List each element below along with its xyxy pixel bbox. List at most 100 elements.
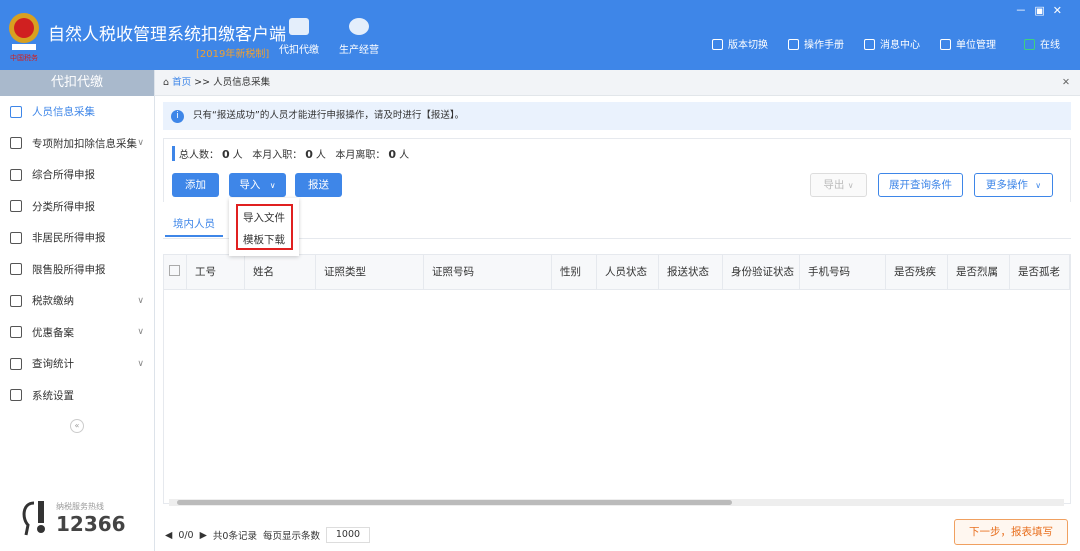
stats: 总人数： 0 人 本月入职： 0 人 本月离职： 0 人 bbox=[172, 146, 409, 161]
divider bbox=[163, 238, 1071, 239]
sidebar-item[interactable]: 分类所得申报 bbox=[0, 191, 154, 223]
export-button[interactable]: 导出 ∨ bbox=[810, 173, 867, 197]
info-icon: i bbox=[171, 110, 184, 123]
top-links: 版本切换 操作手册 消息中心 单位管理 在线 bbox=[712, 36, 1060, 51]
column-header[interactable]: 人员状态 bbox=[597, 255, 659, 289]
pager: ◀ 0/0 ▶ 共0条记录 每页显示条数 1000 bbox=[165, 527, 370, 543]
sidebar-item-label: 人员信息采集 bbox=[32, 106, 95, 119]
column-header[interactable]: 工号 bbox=[187, 255, 245, 289]
column-header[interactable]: 证照类型 bbox=[316, 255, 424, 289]
link-messages[interactable]: 消息中心 bbox=[864, 36, 920, 51]
more-actions-button[interactable]: 更多操作 ∨ bbox=[974, 173, 1053, 197]
restore-button[interactable]: ▣ bbox=[1034, 4, 1052, 17]
home-icon: ⌂ bbox=[163, 77, 170, 88]
notice-text: 只有“报送成功”的人员才能进行申报操作，请及时进行【报送】。 bbox=[193, 110, 465, 121]
import-label: 导入 bbox=[239, 179, 261, 191]
sidebar-item-label: 专项附加扣除信息采集 bbox=[32, 137, 137, 150]
building-icon bbox=[940, 39, 951, 50]
breadcrumb: ⌂ 首页 >> 人员信息采集 ✕ bbox=[155, 70, 1080, 96]
sidebar-item[interactable]: 人员信息采集 bbox=[0, 96, 154, 128]
headset-icon bbox=[22, 501, 45, 536]
sidebar-item[interactable]: 优惠备案 ∨ bbox=[0, 317, 154, 349]
sidebar-item[interactable]: 限售股所得申报 bbox=[0, 254, 154, 286]
next-step-button[interactable]: 下一步，报表填写 bbox=[954, 519, 1068, 545]
total-value: 0 bbox=[222, 148, 230, 161]
collapse-sidebar-button[interactable]: « bbox=[70, 419, 84, 433]
select-all-checkbox[interactable] bbox=[164, 255, 187, 289]
menu-icon bbox=[10, 168, 22, 181]
column-header[interactable]: 证照号码 bbox=[424, 255, 552, 289]
wallet-icon bbox=[289, 18, 309, 35]
next-page-icon[interactable]: ▶ bbox=[200, 530, 207, 541]
sidebar-item[interactable]: 综合所得申报 bbox=[0, 159, 154, 191]
sidebar-item[interactable]: 专项附加扣除信息采集 ∨ bbox=[0, 128, 154, 160]
menu-item-template-download[interactable]: 模板下载 bbox=[243, 232, 285, 247]
sidebar-item-label: 税款缴纳 bbox=[32, 295, 74, 308]
sidebar-item-label: 系统设置 bbox=[32, 389, 74, 402]
breadcrumb-current: 人员信息采集 bbox=[213, 77, 271, 88]
per-page-input[interactable]: 1000 bbox=[325, 527, 370, 543]
sidebar-item[interactable]: 非居民所得申报 bbox=[0, 222, 154, 254]
horizontal-scrollbar[interactable] bbox=[169, 499, 1064, 506]
manual-icon bbox=[788, 39, 799, 50]
message-icon bbox=[864, 39, 875, 50]
module-label: 代扣代缴 bbox=[279, 45, 319, 56]
close-button[interactable]: ✕ bbox=[1053, 4, 1070, 17]
sidebar-item-label: 优惠备案 bbox=[32, 326, 74, 339]
menu-icon bbox=[10, 231, 22, 244]
app-title: 自然人税收管理系统扣缴客户端 bbox=[48, 25, 286, 45]
minimize-button[interactable]: － bbox=[1015, 4, 1034, 17]
menu-icon bbox=[10, 294, 22, 307]
notice-banner: i 只有“报送成功”的人员才能进行申报操作，请及时进行【报送】。 bbox=[163, 102, 1071, 130]
tax-emblem-logo: 中国税务 bbox=[9, 13, 39, 62]
menu-icon bbox=[10, 105, 22, 118]
chevron-down-icon: ∨ bbox=[137, 295, 144, 306]
breadcrumb-home[interactable]: 首页 bbox=[172, 77, 191, 88]
unit: 人 bbox=[315, 150, 326, 161]
close-tab-icon[interactable]: ✕ bbox=[1062, 70, 1070, 96]
column-header[interactable]: 是否孤老 bbox=[1010, 255, 1070, 289]
online-monitor-icon bbox=[1024, 39, 1035, 50]
tab-domestic-personnel[interactable]: 境内人员 bbox=[165, 211, 223, 237]
sidebar-item[interactable]: 查询统计 ∨ bbox=[0, 348, 154, 380]
sidebar-item-label: 综合所得申报 bbox=[32, 169, 95, 182]
menu-icon bbox=[10, 200, 22, 213]
sidebar-item-label: 查询统计 bbox=[32, 358, 74, 371]
column-header[interactable]: 是否残疾 bbox=[886, 255, 948, 289]
table-header: 工号 姓名 证照类型 证照号码 性别 人员状态 报送状态 身份验证状态 手机号码 是否残疾 是否烈属… bbox=[164, 255, 1070, 290]
link-online[interactable]: 在线 bbox=[1024, 36, 1060, 51]
module-withholding[interactable]: 代扣代缴 bbox=[274, 18, 324, 56]
import-button[interactable]: 导入 ∨ bbox=[229, 173, 286, 197]
chevron-down-icon: ∨ bbox=[137, 327, 144, 338]
add-button[interactable]: 添加 bbox=[172, 173, 219, 197]
expand-query-button[interactable]: 展开查询条件 bbox=[878, 173, 963, 197]
submit-button[interactable]: 报送 bbox=[295, 173, 342, 197]
prev-page-icon[interactable]: ◀ bbox=[165, 530, 172, 541]
column-header[interactable]: 手机号码 bbox=[800, 255, 886, 289]
module-business[interactable]: 生产经营 bbox=[334, 18, 384, 56]
link-version-switch[interactable]: 版本切换 bbox=[712, 36, 768, 51]
column-header[interactable]: 是否烈属 bbox=[948, 255, 1010, 289]
menu-item-import-file[interactable]: 导入文件 bbox=[243, 210, 285, 225]
link-label: 单位管理 bbox=[956, 40, 996, 51]
column-header[interactable]: 姓名 bbox=[245, 255, 316, 289]
per-page-label: 每页显示条数 bbox=[262, 531, 320, 542]
sidebar: 代扣代缴 人员信息采集 专项附加扣除信息采集 ∨ 综合所得申报 分类所得申报 非居民所得申… bbox=[0, 70, 155, 551]
column-header[interactable]: 性别 bbox=[552, 255, 597, 289]
module-label: 生产经营 bbox=[339, 45, 379, 56]
column-header[interactable]: 身份验证状态 bbox=[723, 255, 800, 289]
link-unit-management[interactable]: 单位管理 bbox=[940, 36, 996, 51]
sidebar-item[interactable]: 系统设置 bbox=[0, 380, 154, 412]
window-controls: －▣✕ bbox=[1015, 2, 1070, 18]
record-count: 共0条记录 bbox=[212, 531, 257, 542]
unit: 人 bbox=[399, 150, 410, 161]
link-manual[interactable]: 操作手册 bbox=[788, 36, 844, 51]
scrollbar-thumb[interactable] bbox=[177, 500, 732, 505]
sidebar-item-label: 分类所得申报 bbox=[32, 200, 95, 213]
joined-label: 本月入职： bbox=[252, 150, 303, 161]
menu-icon bbox=[10, 137, 22, 150]
link-label: 操作手册 bbox=[804, 40, 844, 51]
hotline: 纳税服务热线 12366 bbox=[18, 499, 126, 537]
column-header[interactable]: 报送状态 bbox=[659, 255, 723, 289]
sidebar-item[interactable]: 税款缴纳 ∨ bbox=[0, 285, 154, 317]
